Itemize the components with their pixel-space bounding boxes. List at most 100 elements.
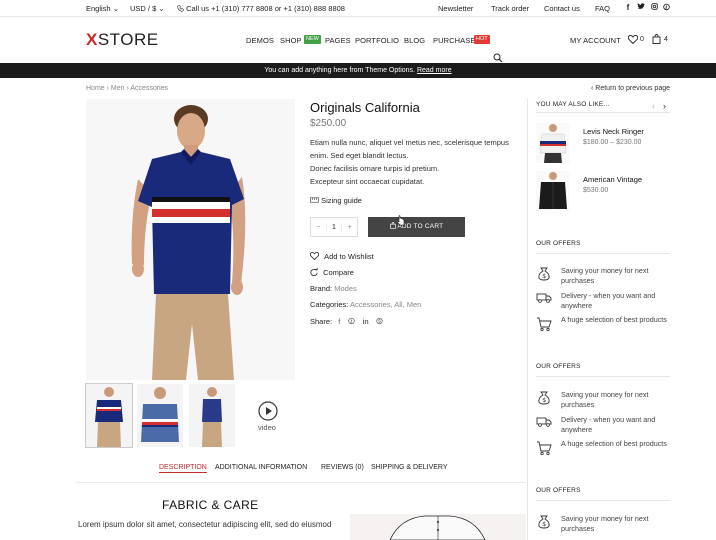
thumb-image	[202, 387, 222, 447]
video-thumbnail[interactable]: video	[243, 384, 289, 447]
my-account-link[interactable]: MY ACCOUNT	[570, 36, 621, 45]
offer-text-1: Saving your money for next purchases	[561, 390, 649, 409]
delivery-truck-icon	[536, 293, 552, 303]
newsletter-link[interactable]: Newsletter	[438, 4, 473, 13]
facebook-icon[interactable]: f	[338, 317, 340, 326]
right-sidebar: YOU MAY ALSO LIKE... ‹ › Levis Neck Ring…	[527, 99, 677, 540]
facebook-icon[interactable]: f	[624, 3, 632, 12]
tab-additional-information[interactable]: ADDITIONAL INFORMATION	[215, 464, 307, 471]
tab-reviews[interactable]: REVIEWS (0)	[321, 464, 364, 471]
nav-purchase[interactable]: PURCHASE	[433, 36, 475, 45]
sizing-guide-link[interactable]: Sizing guide	[310, 196, 362, 205]
thumbnail-1[interactable]	[85, 383, 133, 448]
skype-icon[interactable]	[376, 317, 383, 325]
share-label: Share:	[310, 317, 333, 326]
shopping-cart-icon	[537, 317, 552, 332]
related-product-name-1[interactable]: Levis Neck Ringer	[583, 127, 644, 136]
breadcrumb-men[interactable]: Men	[111, 85, 125, 92]
notice-text: You can add anything here from Theme Opt…	[264, 67, 415, 74]
wishlist-label: Add to Wishlist	[324, 252, 374, 261]
next-arrow-icon[interactable]: ›	[663, 101, 666, 111]
cart-button[interactable]: 4	[652, 34, 668, 44]
pinterest-icon[interactable]	[348, 317, 356, 325]
quantity-plus[interactable]: +	[342, 224, 357, 231]
wishlist-count: 0	[640, 36, 644, 43]
phone-info: Call us +1 (310) 777 8808 or +1 (310) 88…	[177, 4, 345, 13]
jacket-image	[539, 172, 567, 209]
description-heading: FABRIC & CARE	[162, 498, 259, 512]
money-bag-icon: $	[538, 267, 550, 281]
thumbnail-3[interactable]	[189, 384, 235, 447]
contact-link[interactable]: Contact us	[544, 4, 580, 13]
nav-shop[interactable]: SHOP	[280, 36, 302, 45]
search-icon[interactable]	[493, 53, 503, 63]
language-selector[interactable]: English ⌄	[86, 4, 119, 13]
categories-links[interactable]: Accessories, All, Men	[350, 300, 421, 309]
nav-blog[interactable]: BLOG	[404, 36, 425, 45]
product-price: $250.00	[310, 118, 347, 129]
language-label: English	[86, 4, 111, 13]
brand-row: Brand: Modes	[310, 284, 357, 293]
quantity-value[interactable]: 1	[325, 223, 343, 231]
offer-text-3: A huge selection of best products	[561, 439, 667, 448]
offers-heading-1: OUR OFFERS	[536, 240, 581, 247]
offer-text-2: Delivery - when you want and anywhere	[561, 415, 656, 434]
linkedin-icon[interactable]: in	[362, 319, 368, 326]
svg-text:$: $	[542, 397, 546, 404]
site-logo[interactable]: XSTORE	[86, 30, 159, 50]
wishlist-button[interactable]: 0	[628, 35, 644, 44]
related-product-image-2[interactable]	[536, 171, 570, 211]
pinterest-icon[interactable]	[662, 3, 670, 12]
new-badge: NEW	[304, 35, 321, 44]
quantity-minus[interactable]: −	[311, 224, 326, 231]
product-main-image[interactable]	[86, 99, 295, 380]
nav-demos[interactable]: DEMOS	[246, 36, 274, 45]
tabs-divider	[76, 482, 526, 483]
brand-link[interactable]: Modes	[334, 284, 357, 293]
categories-row: Categories: Accessories, All, Men	[310, 300, 421, 309]
add-to-wishlist-link[interactable]: Add to Wishlist	[309, 251, 374, 261]
thumbnail-2[interactable]	[137, 384, 183, 447]
shirt-image	[539, 124, 567, 163]
quantity-stepper[interactable]: − 1 +	[310, 217, 358, 237]
breadcrumb-home[interactable]: Home	[86, 85, 105, 92]
track-order-link[interactable]: Track order	[491, 4, 529, 13]
instagram-icon[interactable]	[650, 3, 658, 12]
compare-label: Compare	[323, 268, 354, 277]
return-link[interactable]: ‹ Return to previous page	[591, 85, 670, 92]
top-bar: English ⌄ USD / $ ⌄ Call us +1 (310) 777…	[0, 0, 716, 17]
currency-label: USD / $	[130, 4, 157, 13]
currency-selector[interactable]: USD / $ ⌄	[130, 4, 165, 13]
twitter-icon[interactable]	[637, 3, 645, 12]
return-label: Return to previous page	[595, 85, 670, 92]
product-title: Originals California	[310, 100, 420, 115]
sizing-label: Sizing guide	[321, 196, 362, 205]
related-product-image-1[interactable]	[536, 123, 570, 163]
logo-text: STORE	[97, 30, 159, 49]
thumb-image	[95, 387, 123, 447]
related-product-name-2[interactable]: American Vintage	[583, 175, 642, 184]
sidebar-divider	[536, 500, 670, 501]
prev-arrow-icon[interactable]: ‹	[652, 101, 655, 111]
read-more-link[interactable]: Read more	[417, 67, 452, 74]
bag-icon	[390, 222, 396, 229]
breadcrumb-accessories[interactable]: Accessories	[130, 85, 168, 92]
add-to-cart-button[interactable]: ADD TO CART	[368, 217, 465, 237]
nav-portfolio[interactable]: PORTFOLIO	[355, 36, 399, 45]
description-line-3: Excepteur sint occaecat cupidatat.	[310, 177, 425, 186]
svg-text:$: $	[542, 273, 546, 280]
cart-count: 4	[664, 35, 668, 43]
nav-pages[interactable]: PAGES	[325, 36, 351, 45]
tab-shipping-delivery[interactable]: SHIPPING & DELIVERY	[371, 464, 448, 471]
site-header: XSTORE DEMOS SHOP NEW PAGES PORTFOLIO BL…	[0, 18, 716, 63]
sidebar-divider	[536, 253, 670, 254]
compare-link[interactable]: Compare	[310, 268, 354, 277]
faq-link[interactable]: FAQ	[595, 4, 610, 13]
money-bag-icon: $	[538, 391, 550, 405]
also-like-heading: YOU MAY ALSO LIKE...	[536, 101, 610, 108]
ruler-icon	[310, 197, 319, 203]
tab-description[interactable]: DESCRIPTION	[159, 464, 207, 471]
offers-heading-2: OUR OFFERS	[536, 363, 581, 370]
related-product-price-1: $180.00 – $230.00	[583, 139, 642, 146]
cursor-icon	[396, 215, 405, 226]
